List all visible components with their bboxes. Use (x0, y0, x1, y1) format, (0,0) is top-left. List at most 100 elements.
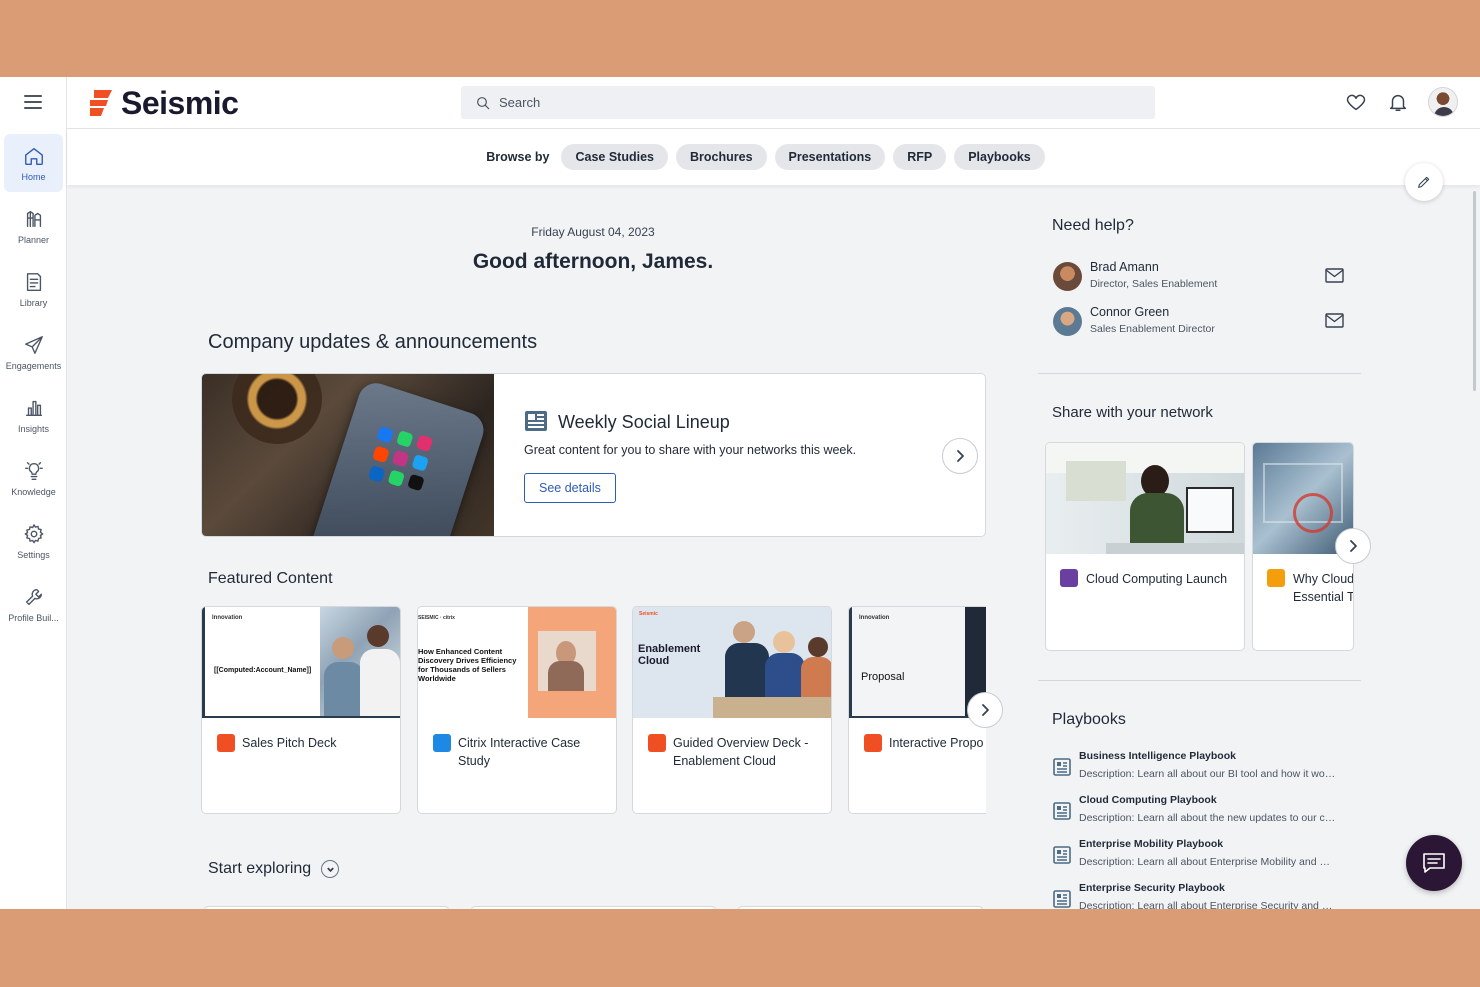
thumb-text: How Enhanced Content Discovery Drives Ef… (418, 647, 517, 683)
featured-carousel: Innovation [[Computed:Account_Name]] Sal… (201, 606, 986, 816)
browse-chip-rfp[interactable]: RFP (893, 144, 947, 170)
browse-label: Browse by (486, 150, 550, 164)
email-button[interactable] (1325, 313, 1344, 328)
sidebar-item-label: Settings (17, 549, 50, 560)
card-title-line1: Why Cloud (1293, 572, 1354, 586)
sidebar-item-planner[interactable]: Planner (4, 197, 63, 255)
heart-icon (1346, 94, 1366, 111)
announcement-title: Weekly Social Lineup (558, 412, 730, 432)
avatar (1053, 307, 1082, 336)
playbook-item[interactable]: Cloud Computing Playbook Description: Le… (1053, 794, 1343, 832)
citrix-icon (433, 734, 451, 752)
featured-card-citrix[interactable]: SEISMIC · citrix How Enhanced Content Di… (417, 606, 617, 814)
card-title: Sales Pitch Deck (242, 736, 337, 750)
announcement-description: Great content for you to share with your… (524, 443, 857, 457)
current-date: Friday August 04, 2023 (531, 225, 655, 239)
thumb-text: Proposal (861, 671, 905, 683)
sidebar-item-knowledge[interactable]: Knowledge (4, 449, 63, 507)
search-input[interactable] (499, 95, 1099, 110)
featured-card-interactive-proposal[interactable]: Innovation Proposal Interactive Propo (848, 606, 986, 814)
network-next-button[interactable] (1335, 528, 1371, 564)
browse-bar: Browse by Case Studies Brochures Present… (67, 129, 1480, 185)
notifications-button[interactable] (1387, 91, 1411, 115)
presentation-icon (1060, 569, 1078, 587)
playbook-description: Description: Learn all about our BI tool… (1079, 768, 1337, 780)
announcement-image (202, 374, 494, 536)
playbook-description: Description: Learn all about Enterprise … (1079, 856, 1337, 868)
avatar (1053, 262, 1082, 291)
playbook-item[interactable]: Enterprise Mobility Playbook Description… (1053, 838, 1343, 876)
card-title: Guided Overview Deck - Enablement Cloud (673, 736, 809, 768)
sidebar-item-label: Library (19, 297, 48, 308)
announcement-next-button[interactable] (942, 438, 978, 474)
user-avatar[interactable] (1428, 87, 1458, 117)
contact-name: Brad Amann (1090, 260, 1159, 274)
card-thumbnail: Innovation [[Computed:Account_Name]] (202, 607, 400, 718)
menu-icon[interactable] (24, 95, 42, 109)
brand-name: Seismic (121, 84, 239, 121)
sidebar-item-settings[interactable]: Settings (4, 512, 63, 570)
favorites-button[interactable] (1345, 91, 1369, 115)
document-icon (1053, 846, 1071, 864)
contact-connor-green: Connor Green Sales Enablement Director (1053, 305, 1353, 341)
scrollbar[interactable] (1471, 185, 1480, 909)
network-card-cloud-computing[interactable]: Cloud Computing Launch (1045, 442, 1245, 651)
lightbulb-icon (24, 461, 43, 480)
need-help-title: Need help? (1052, 217, 1134, 234)
explore-card[interactable] (738, 906, 983, 909)
paper-plane-icon (24, 335, 43, 354)
edit-page-button[interactable] (1405, 163, 1443, 201)
email-button[interactable] (1325, 268, 1344, 283)
presentation-icon (648, 734, 666, 752)
card-title-line2: Essential T (1293, 590, 1354, 604)
featured-card-sales-pitch-deck[interactable]: Innovation [[Computed:Account_Name]] Sal… (201, 606, 401, 814)
thumb-brand: SEISMIC · citrix (418, 615, 455, 621)
explore-card[interactable] (471, 906, 716, 909)
playbook-name: Enterprise Security Playbook (1079, 882, 1225, 894)
contact-role: Sales Enablement Director (1090, 323, 1215, 335)
browse-chip-playbooks[interactable]: Playbooks (954, 144, 1045, 170)
playbook-name: Enterprise Mobility Playbook (1079, 838, 1224, 850)
playbook-item[interactable]: Enterprise Security Playbook Description… (1053, 882, 1343, 909)
document-icon (1053, 890, 1071, 908)
browse-chip-brochures[interactable]: Brochures (676, 144, 767, 170)
card-thumbnail: Innovation Proposal (849, 607, 986, 718)
sidebar-item-engagements[interactable]: Engagements (4, 323, 63, 381)
playbooks-title: Playbooks (1052, 711, 1126, 728)
see-details-button[interactable]: See details (524, 473, 616, 503)
announcements-title: Company updates & announcements (208, 331, 538, 353)
explore-card[interactable] (204, 906, 449, 909)
chat-button[interactable] (1406, 835, 1462, 891)
sidebar-item-label: Planner (17, 234, 50, 245)
featured-next-button[interactable] (967, 692, 1003, 728)
contact-brad-amann: Brad Amann Director, Sales Enablement (1053, 260, 1353, 296)
search-bar[interactable] (461, 86, 1155, 119)
sidebar-item-insights[interactable]: Insights (4, 386, 63, 444)
top-header: Seismic (67, 77, 1480, 129)
share-network-title: Share with your network (1052, 404, 1213, 421)
chevron-down-icon[interactable] (321, 860, 340, 878)
chevron-right-icon (1350, 540, 1357, 552)
card-thumbnail (1046, 443, 1244, 554)
thumb-brand: Innovation (859, 615, 890, 621)
sidebar-item-home[interactable]: Home (4, 134, 63, 192)
featured-card-guided-overview[interactable]: Seismic Enablement Cloud Guided Overview… (632, 606, 832, 814)
card-title: Interactive Propo (889, 736, 984, 750)
greeting: Good afternoon, James. (472, 250, 714, 273)
chat-icon (1423, 853, 1445, 873)
thumb-text: Enablement Cloud (638, 643, 701, 667)
thumb-brand: Seismic (639, 611, 658, 617)
seismic-logo[interactable]: Seismic (88, 84, 239, 121)
playbook-name: Cloud Computing Playbook (1079, 794, 1217, 806)
playbook-item[interactable]: Business Intelligence Playbook Descripti… (1053, 750, 1343, 788)
browse-chip-presentations[interactable]: Presentations (774, 144, 886, 170)
browse-chip-case-studies[interactable]: Case Studies (561, 144, 668, 170)
sidebar-item-library[interactable]: Library (4, 260, 63, 318)
thumb-text: [[Computed:Account_Name]] (214, 667, 312, 674)
contact-role: Director, Sales Enablement (1090, 278, 1218, 290)
contact-name: Connor Green (1090, 305, 1170, 319)
sidebar-item-profile-builder[interactable]: Profile Buil... (4, 575, 63, 633)
card-title: Cloud Computing Launch (1086, 572, 1228, 586)
chevron-right-icon (957, 450, 964, 462)
playbook-name: Business Intelligence Playbook (1079, 750, 1236, 762)
